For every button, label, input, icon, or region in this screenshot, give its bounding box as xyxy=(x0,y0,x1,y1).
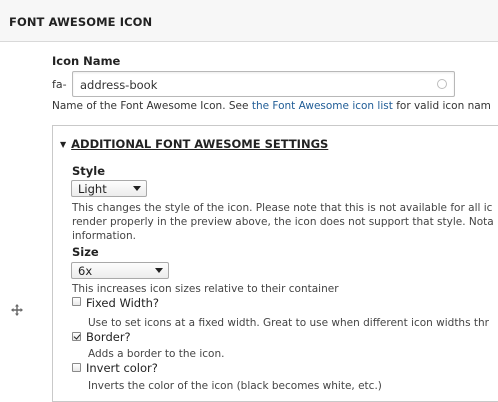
invert-checkbox[interactable] xyxy=(72,363,81,372)
autocomplete-throbber-icon xyxy=(437,79,447,89)
icon-prefix: fa- xyxy=(52,78,67,91)
additional-settings-summary[interactable]: ▼ ADDITIONAL FONT AWESOME SETTINGS xyxy=(60,137,328,151)
border-checkbox[interactable] xyxy=(72,332,81,341)
style-help-line-1: This changes the style of the icon. Plea… xyxy=(72,202,493,214)
section-header: FONT AWESOME ICON xyxy=(0,0,498,42)
additional-settings-panel: ▼ ADDITIONAL FONT AWESOME SETTINGS Style … xyxy=(52,125,498,402)
size-help: This increases icon sizes relative to th… xyxy=(72,283,339,295)
border-help: Adds a border to the icon. xyxy=(88,348,225,360)
chevron-down-icon xyxy=(133,186,141,191)
section-title: FONT AWESOME ICON xyxy=(9,15,153,29)
icon-name-label: Icon Name xyxy=(52,54,121,68)
fixed-width-checkbox[interactable] xyxy=(72,297,81,306)
style-help-line-3: information. xyxy=(72,230,136,242)
chevron-down-icon xyxy=(155,268,163,273)
invert-label[interactable]: Invert color? xyxy=(86,361,158,375)
invert-help: Inverts the color of the icon (black bec… xyxy=(88,380,382,392)
size-select-value: 6x xyxy=(78,264,93,278)
style-help-line-2: render properly in the preview above, th… xyxy=(72,216,494,228)
icon-name-value: address-book xyxy=(80,78,158,92)
border-label[interactable]: Border? xyxy=(86,330,131,344)
summary-label: ADDITIONAL FONT AWESOME SETTINGS xyxy=(71,137,329,151)
triangle-down-icon: ▼ xyxy=(60,140,67,149)
fixed-width-label[interactable]: Fixed Width? xyxy=(86,296,159,310)
icon-list-link[interactable]: the Font Awesome icon list xyxy=(252,100,393,112)
style-select-value: Light xyxy=(78,182,107,196)
icon-name-description: Name of the Font Awesome Icon. See the F… xyxy=(52,100,491,112)
fixed-width-help: Use to set icons at a fixed width. Great… xyxy=(88,317,489,329)
size-select[interactable]: 6x xyxy=(71,262,169,279)
description-text: Name of the Font Awesome Icon. See xyxy=(52,100,252,112)
icon-name-input[interactable]: address-book xyxy=(72,71,455,97)
drag-handle-icon[interactable] xyxy=(11,304,23,316)
style-label: Style xyxy=(72,164,106,178)
size-label: Size xyxy=(72,245,99,259)
description-text-end: for valid icon nam xyxy=(392,100,491,112)
style-select[interactable]: Light xyxy=(71,180,147,197)
